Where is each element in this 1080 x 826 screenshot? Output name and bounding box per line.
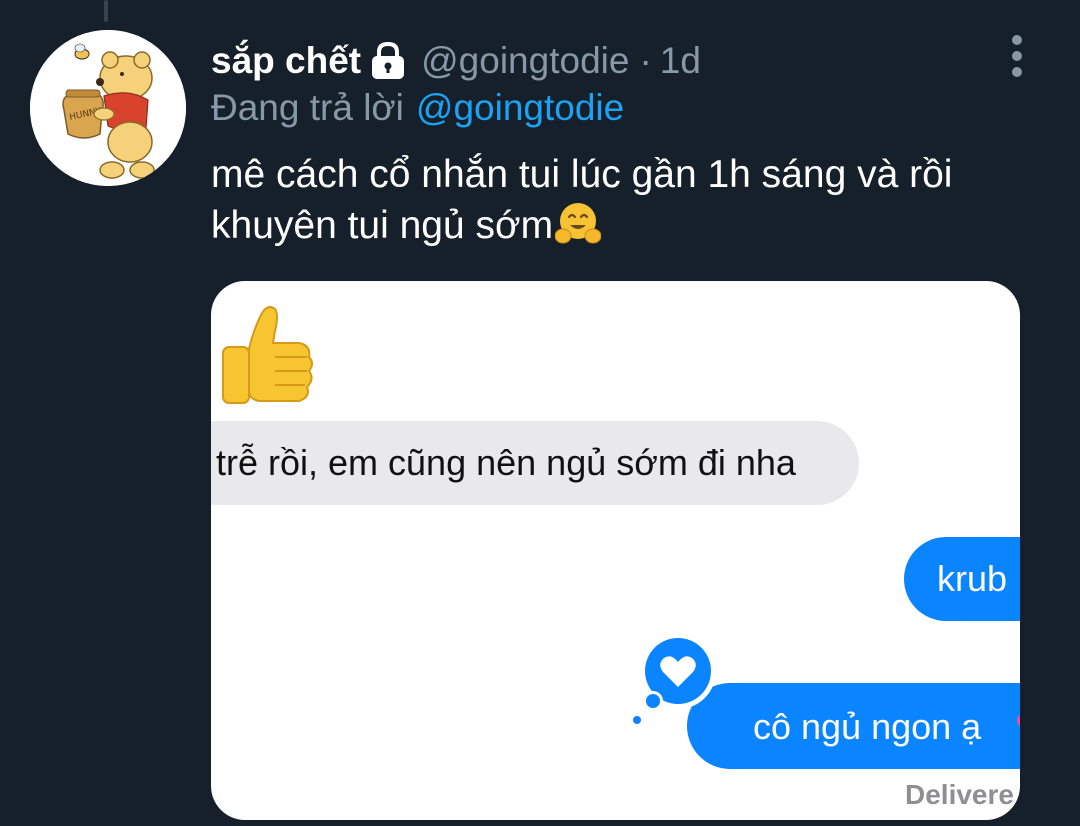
tweet-text: mê cách cổ nhắn tui lúc gần 1h sáng và r…: [211, 150, 1031, 251]
tweet-header: sắp chết @goingtodie · 1d: [211, 36, 701, 86]
sent-message-bubble: krub: [904, 537, 1020, 621]
replying-to: Đang trả lời @goingtodie: [211, 84, 624, 132]
hugging-face-emoji: [555, 200, 602, 246]
separator-dot: ·: [639, 40, 652, 81]
tweet-text-line: mê cách cổ nhắn tui lúc gần 1h sáng và r…: [211, 153, 953, 196]
received-message-text: trễ rồi, em cũng nên ngủ sớm đi nha: [216, 442, 796, 483]
two-hearts-emoji: [1014, 705, 1020, 745]
sent-message-text-segment: cô ngủ ngon ạ: [753, 705, 982, 747]
thread-connector-line: [104, 0, 108, 22]
more-vertical-icon: [1012, 35, 1022, 77]
sent-message-text: krub: [937, 558, 1008, 599]
tweet-view: HUNNY sắp chết @goingtodie · 1d Đang trả…: [0, 0, 1080, 826]
avatar[interactable]: HUNNY: [30, 30, 186, 186]
received-message-bubble: trễ rồi, em cũng nên ngủ sớm đi nha: [211, 421, 859, 505]
more-options-button[interactable]: [1000, 34, 1034, 80]
lock-icon: [369, 41, 407, 81]
user-handle[interactable]: @goingtodie: [421, 40, 629, 82]
display-name[interactable]: sắp chết: [211, 40, 361, 82]
replying-to-label: Đang trả lời: [211, 87, 404, 128]
sent-message-text: cô ngủ ngon ạ: [720, 705, 1020, 748]
delivered-status: Delivere: [905, 779, 1014, 810]
winnie-the-pooh-avatar-image: HUNNY: [30, 30, 186, 186]
timestamp[interactable]: 1d: [660, 40, 701, 82]
tweet-text-segment: khuyên tui ngủ sớm: [211, 204, 554, 247]
thumbs-up-emoji: [219, 301, 319, 409]
reply-mention-link[interactable]: @goingtodie: [416, 87, 624, 129]
sent-message-bubble: cô ngủ ngon ạ: [687, 683, 1020, 769]
media-image-card[interactable]: trễ rồi, em cũng nên ngủ sớm đi nha krub…: [211, 281, 1020, 820]
tweet-text-line: khuyên tui ngủ sớm: [211, 200, 1031, 251]
heart-tapback: [629, 631, 719, 727]
